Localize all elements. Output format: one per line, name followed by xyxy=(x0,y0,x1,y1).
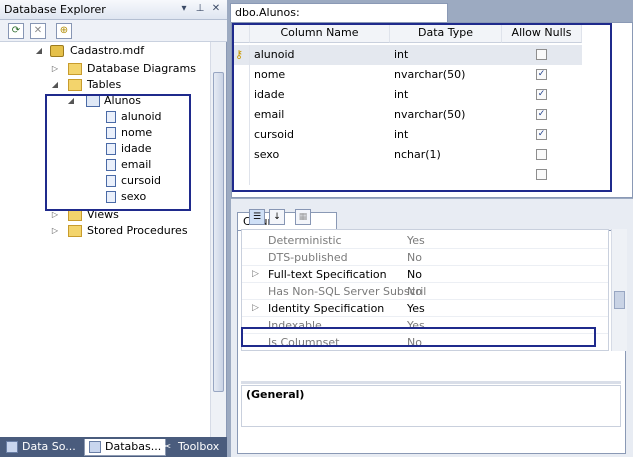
tree-node-label: Cadastro.mdf xyxy=(70,44,145,57)
tab-label: Databas... xyxy=(105,440,162,453)
property-label: Has Non-SQL Server Subscril xyxy=(268,285,427,298)
scrollbar-thumb[interactable] xyxy=(614,291,625,309)
tab-label: Toolbox xyxy=(178,440,220,453)
explorer-title: Database Explorer xyxy=(4,3,106,16)
collapse-icon[interactable]: ◢ xyxy=(34,43,44,59)
categorized-icon[interactable]: ☰ xyxy=(249,209,265,225)
annotation-box-identity xyxy=(241,327,596,347)
tab-label: Data So... xyxy=(22,440,76,453)
toolbox-icon: ✂ xyxy=(162,440,172,453)
scrollbar-thumb[interactable] xyxy=(213,72,224,392)
dropdown-arrow-icon[interactable]: ▾ xyxy=(177,2,191,16)
folder-icon xyxy=(68,79,82,91)
refresh-icon[interactable]: ⟳ xyxy=(8,23,24,39)
property-row[interactable]: Has Non-SQL Server Subscril No xyxy=(242,283,608,300)
stop-icon[interactable]: ✕ xyxy=(30,23,46,39)
document-tabstrip: dbo.Alunos: Tabl...OS\CADASTRO.MDF) xyxy=(228,0,633,36)
property-value[interactable]: Yes xyxy=(407,300,425,317)
annotation-box-grid xyxy=(232,23,612,192)
splitter[interactable] xyxy=(241,381,621,384)
pin-icon[interactable]: ⊥ xyxy=(193,2,207,16)
tab-toolbox[interactable]: ✂ Toolbox xyxy=(158,439,223,456)
tree-node-diagrams[interactable]: ▷ Database Diagrams xyxy=(52,61,208,77)
tree-node-database[interactable]: ◢ Cadastro.mdf xyxy=(36,43,204,59)
tree-node-label: Database Diagrams xyxy=(87,62,196,75)
explorer-toolbar: ⟳ ✕ ⊕ xyxy=(0,20,227,42)
database-explorer-panel: Database Explorer ▾ ⊥ ✕ ⟳ ✕ ⊕ ◢ Cadastro… xyxy=(0,0,227,457)
property-pages-icon[interactable]: ▦ xyxy=(295,209,311,225)
property-row[interactable]: ▷ Full-text Specification No xyxy=(242,266,608,283)
database-explorer-icon xyxy=(89,441,101,453)
property-value[interactable]: No xyxy=(407,249,422,266)
tree-node-tables[interactable]: ◢ Tables xyxy=(52,77,208,93)
property-description-pane: (General) xyxy=(241,385,621,427)
property-label: Full-text Specification xyxy=(268,268,387,281)
explorer-bottom-tabs: Data So... Databas... ✂ Toolbox xyxy=(0,437,227,457)
expand-icon[interactable]: ▷ xyxy=(50,61,60,77)
property-row[interactable]: ▷ Identity Specification Yes xyxy=(242,300,608,317)
close-icon[interactable]: ✕ xyxy=(209,2,223,16)
property-row[interactable]: Deterministic Yes xyxy=(242,232,608,249)
explorer-title-bar: Database Explorer ▾ ⊥ ✕ xyxy=(0,0,227,20)
folder-icon xyxy=(68,63,82,75)
properties-scrollbar[interactable] xyxy=(611,229,627,351)
tab-table-designer[interactable]: dbo.Alunos: Tabl...OS\CADASTRO.MDF) xyxy=(230,3,448,36)
tree-node-procedures[interactable]: ▷ Stored Procedures xyxy=(52,223,208,239)
property-value[interactable]: No xyxy=(407,266,422,283)
property-label: Deterministic xyxy=(268,234,342,247)
alphabetical-icon[interactable]: ↓ xyxy=(269,209,285,225)
property-value[interactable]: No xyxy=(407,283,422,300)
expand-icon[interactable]: ▷ xyxy=(252,300,259,317)
tab-database-explorer[interactable]: Databas... xyxy=(84,439,167,456)
collapse-icon[interactable]: ◢ xyxy=(50,77,60,93)
explorer-scrollbar[interactable] xyxy=(210,42,226,437)
tree-node-label: Stored Procedures xyxy=(87,224,188,237)
connect-database-icon[interactable]: ⊕ xyxy=(56,23,72,39)
property-value[interactable]: Yes xyxy=(407,232,425,249)
data-sources-icon xyxy=(6,441,18,453)
description-title: (General) xyxy=(246,388,305,401)
tab-data-sources[interactable]: Data So... xyxy=(2,439,80,456)
property-row[interactable]: DTS-published No xyxy=(242,249,608,266)
expand-icon[interactable]: ▷ xyxy=(50,223,60,239)
property-label: Identity Specification xyxy=(268,302,385,315)
folder-icon xyxy=(68,225,82,237)
property-label: DTS-published xyxy=(268,251,348,264)
properties-toolbar: ☰ ↓ ▦ xyxy=(241,207,621,227)
database-icon xyxy=(50,45,64,57)
annotation-box-tree xyxy=(45,94,191,211)
tree-node-label: Tables xyxy=(87,78,122,91)
expand-icon[interactable]: ▷ xyxy=(252,266,259,283)
